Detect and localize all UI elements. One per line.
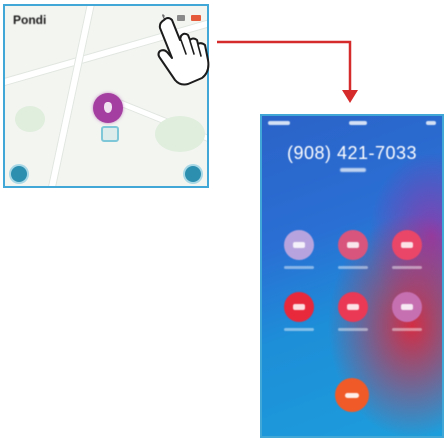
- signal-indicator: [268, 121, 290, 125]
- mute-icon: [293, 242, 305, 248]
- speaker-icon: [401, 242, 413, 248]
- battery-icon: [426, 121, 436, 125]
- contacts-label: [392, 328, 422, 331]
- clock: [349, 121, 367, 125]
- map-park: [15, 106, 45, 132]
- facetime-label: [338, 328, 368, 331]
- stage: Pondi (908) 421-7033: [0, 0, 444, 438]
- end-call-button[interactable]: [335, 378, 369, 412]
- hand-pointer-icon: [150, 14, 220, 86]
- speaker-label: [392, 266, 422, 269]
- current-location-icon: [101, 126, 119, 142]
- mute-button[interactable]: [284, 230, 314, 260]
- keypad-icon: [347, 242, 359, 248]
- status-bar: [268, 119, 436, 127]
- contacts-icon: [401, 304, 413, 310]
- locate-button[interactable]: [11, 166, 27, 182]
- add-call-button[interactable]: [284, 292, 314, 322]
- map-park: [155, 116, 205, 152]
- layers-button[interactable]: [185, 166, 201, 182]
- location-pin-icon[interactable]: [93, 93, 123, 123]
- call-screen: (908) 421-7033: [260, 114, 444, 438]
- facetime-icon: [347, 304, 359, 310]
- facetime-button[interactable]: [338, 292, 368, 322]
- map-road: [42, 6, 96, 186]
- add-call-label: [284, 328, 314, 331]
- speaker-button[interactable]: [392, 230, 422, 260]
- keypad-label: [338, 266, 368, 269]
- add-call-icon: [293, 304, 305, 310]
- call-status: [340, 168, 366, 172]
- keypad-button[interactable]: [338, 230, 368, 260]
- contacts-button[interactable]: [392, 292, 422, 322]
- map-title: Pondi: [13, 13, 47, 27]
- phone-number: (908) 421-7033: [286, 143, 418, 163]
- mute-label: [284, 266, 314, 269]
